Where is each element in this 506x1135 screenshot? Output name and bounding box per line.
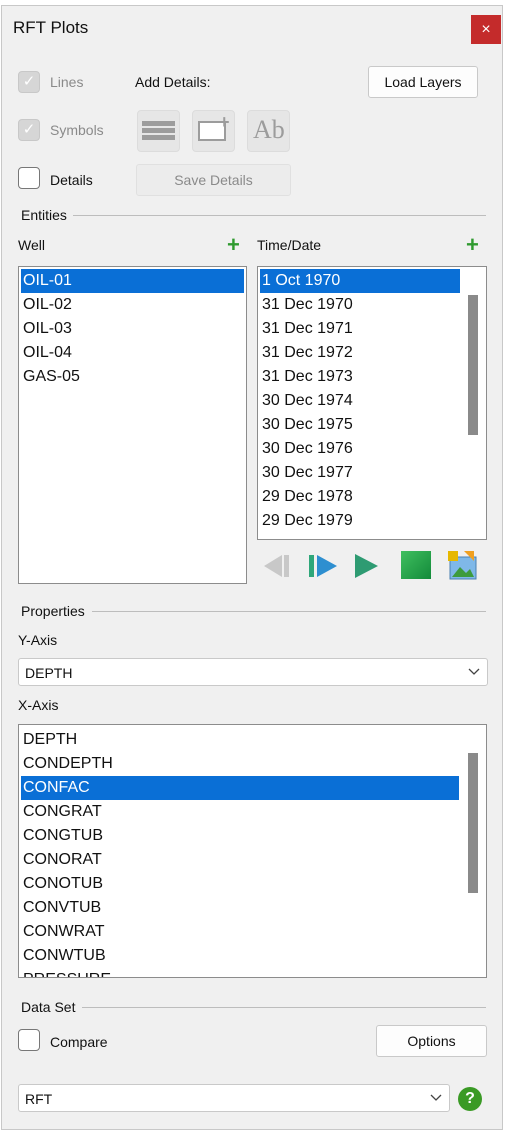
x-axis-item[interactable]: CONDEPTH — [21, 752, 459, 776]
chevron-down-icon — [468, 668, 480, 675]
date-list-item[interactable]: 31 Dec 1970 — [260, 293, 460, 317]
chevron-down-icon — [430, 1094, 442, 1101]
details-text-tile[interactable]: Ab — [247, 110, 290, 152]
well-label: Well — [18, 237, 45, 253]
well-list-item[interactable]: OIL-01 — [21, 269, 244, 293]
well-list-item[interactable]: GAS-05 — [21, 365, 244, 389]
compare-label: Compare — [50, 1034, 108, 1050]
window-title: RFT Plots — [13, 18, 89, 37]
x-axis-item[interactable]: CONWTUB — [21, 944, 459, 968]
symbols-checkbox[interactable]: ✓ — [18, 119, 40, 141]
step-forward-icon[interactable] — [307, 551, 339, 581]
x-axis-item[interactable]: CONWRAT — [21, 920, 459, 944]
time-date-label: Time/Date — [257, 237, 322, 253]
date-list-item[interactable]: 31 Dec 1972 — [260, 341, 460, 365]
y-axis-select[interactable]: DEPTH — [18, 658, 488, 686]
well-list-item[interactable]: OIL-02 — [21, 293, 244, 317]
x-axis-item[interactable]: CONGTUB — [21, 824, 459, 848]
options-button[interactable]: Options — [376, 1025, 487, 1057]
x-axis-item[interactable]: CONGRAT — [21, 800, 459, 824]
data-source-value: RFT — [25, 1091, 53, 1107]
well-list[interactable]: OIL-01 OIL-02 OIL-03 OIL-04 GAS-05 — [18, 266, 247, 584]
y-axis-label: Y-Axis — [18, 632, 58, 648]
data-set-divider — [82, 1007, 486, 1008]
properties-divider — [92, 611, 486, 612]
details-label: Details — [50, 172, 93, 188]
date-list[interactable]: 1 Oct 1970 31 Dec 1970 31 Dec 1971 31 De… — [257, 266, 487, 540]
entities-group-label: Entities — [21, 207, 67, 223]
x-axis-item[interactable]: CONOTUB — [21, 872, 459, 896]
date-list-item[interactable]: 31 Dec 1973 — [260, 365, 460, 389]
x-axis-label: X-Axis — [18, 697, 59, 713]
date-list-item[interactable]: 1 Oct 1970 — [260, 269, 460, 293]
close-button[interactable]: × — [471, 15, 501, 44]
compare-checkbox[interactable] — [18, 1029, 40, 1051]
x-axis-item[interactable]: CONFAC — [21, 776, 459, 800]
date-list-item[interactable]: 30 Dec 1977 — [260, 461, 460, 485]
date-list-item[interactable]: 29 Dec 1978 — [260, 485, 460, 509]
add-date-icon[interactable]: + — [466, 234, 479, 256]
properties-group-label: Properties — [21, 603, 85, 619]
stop-icon[interactable] — [401, 551, 431, 579]
save-details-button[interactable]: Save Details — [136, 164, 291, 196]
step-back-icon[interactable] — [260, 551, 292, 581]
date-list-item[interactable]: 30 Dec 1974 — [260, 389, 460, 413]
well-list-item[interactable]: OIL-03 — [21, 317, 244, 341]
date-list-item[interactable]: 30 Dec 1975 — [260, 413, 460, 437]
play-icon[interactable] — [352, 551, 380, 581]
help-icon[interactable]: ? — [458, 1087, 482, 1111]
details-checkbox[interactable] — [18, 167, 40, 189]
text-icon: Ab — [253, 115, 285, 144]
x-axis-item[interactable]: PRESSURE — [21, 968, 459, 977]
lines-label: Lines — [50, 74, 84, 90]
entities-divider — [73, 215, 486, 216]
x-axis-list-scrollbar[interactable] — [468, 753, 478, 893]
date-list-scrollbar[interactable] — [468, 295, 478, 435]
date-list-item[interactable]: 31 Dec 1971 — [260, 317, 460, 341]
x-axis-item[interactable]: CONVTUB — [21, 896, 459, 920]
x-axis-list[interactable]: DEPTH CONDEPTH CONFAC CONGRAT CONGTUB CO… — [18, 724, 487, 978]
data-source-select[interactable]: RFT — [18, 1084, 450, 1112]
export-image-icon[interactable] — [446, 549, 478, 581]
y-axis-value: DEPTH — [25, 665, 73, 681]
symbols-label: Symbols — [50, 122, 104, 138]
add-box-plus-icon: + — [219, 112, 230, 132]
add-details-label: Add Details: — [135, 74, 211, 90]
lines-pattern-icon — [142, 121, 175, 141]
well-list-item[interactable]: OIL-04 — [21, 341, 244, 365]
date-list-item[interactable]: 30 Dec 1976 — [260, 437, 460, 461]
details-add-box-tile[interactable]: + — [192, 110, 235, 152]
x-axis-item[interactable]: DEPTH — [21, 728, 459, 752]
add-well-icon[interactable]: + — [227, 234, 240, 256]
lines-checkbox[interactable]: ✓ — [18, 71, 40, 93]
date-list-item[interactable]: 29 Dec 1979 — [260, 509, 460, 533]
data-set-group-label: Data Set — [21, 999, 76, 1015]
details-lines-tile[interactable] — [137, 110, 180, 152]
load-layers-button[interactable]: Load Layers — [368, 66, 478, 98]
x-axis-item[interactable]: CONORAT — [21, 848, 459, 872]
